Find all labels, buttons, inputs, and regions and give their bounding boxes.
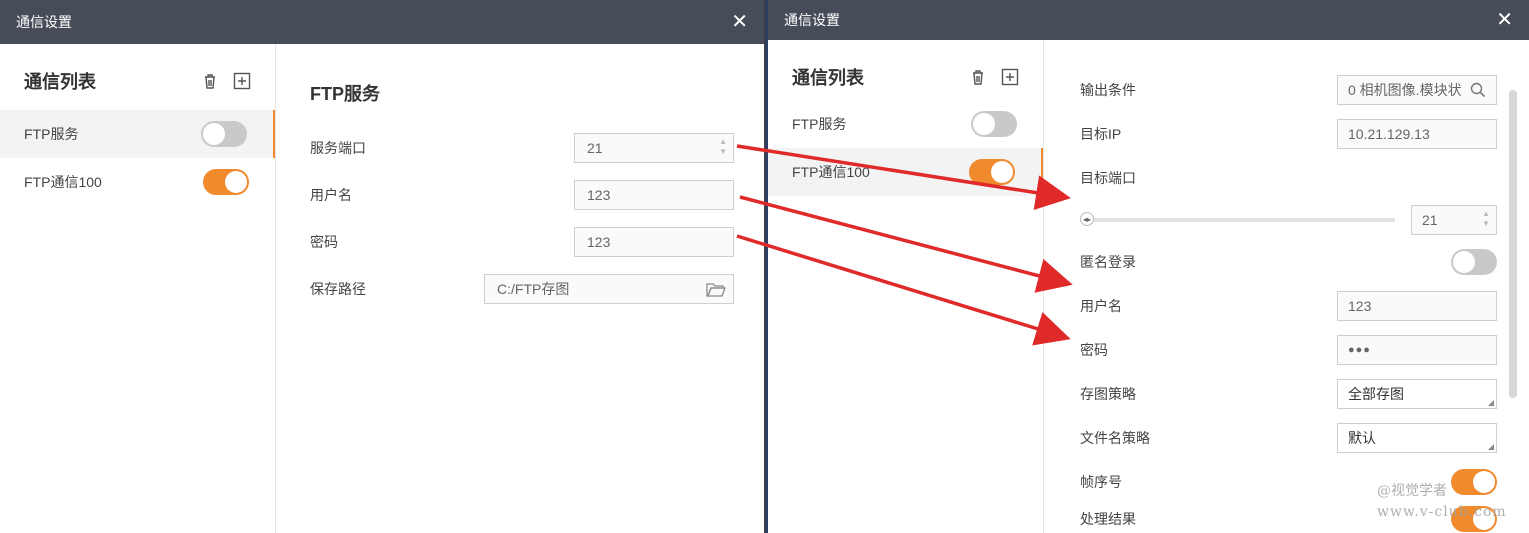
spin-arrows-icon[interactable]: ▲ ▼: [1482, 210, 1490, 228]
comm-settings-dialog-left: 通信设置 ✕ 通信列表 FTP服务 FTP通信100 FTP服务 服务端口 21…: [0, 0, 764, 533]
target-port-row: ◂▸ 21 ▲ ▼: [1080, 200, 1497, 240]
username-value: 123: [587, 186, 611, 203]
anonymous-login-toggle[interactable]: [1451, 249, 1497, 275]
add-icon[interactable]: [1001, 68, 1019, 86]
password-value: ●●●: [1348, 344, 1371, 356]
close-icon[interactable]: ✕: [1496, 10, 1513, 30]
list-item-ftp-service[interactable]: FTP服务: [0, 110, 275, 158]
ftp-service-form: FTP服务 服务端口 21 ▲ ▼ 用户名 123 密码 123 保存路径 C:…: [276, 44, 764, 533]
watermark-author: @视觉学者: [1377, 483, 1447, 499]
password-field[interactable]: 123: [574, 226, 734, 257]
folder-open-icon[interactable]: [705, 279, 727, 299]
comm-list-heading: 通信列表: [24, 72, 96, 92]
output-condition-value: 0 相机图像.模块状: [1348, 82, 1462, 98]
close-icon[interactable]: ✕: [731, 12, 748, 32]
target-port-stepper[interactable]: 21 ▲ ▼: [1411, 205, 1497, 235]
spin-arrows-icon[interactable]: ▲ ▼: [719, 137, 727, 156]
password-field[interactable]: ●●●: [1337, 335, 1497, 365]
password-value: 123: [587, 233, 611, 250]
ftp-service-toggle[interactable]: [971, 111, 1017, 137]
save-policy-select[interactable]: 全部存图: [1337, 379, 1497, 409]
list-item-ftp-comm-100[interactable]: FTP通信100: [768, 148, 1043, 196]
save-path-value: C:/FTP存图: [497, 280, 570, 297]
port-label: 服务端口: [310, 139, 366, 156]
password-label: 密码: [1080, 342, 1108, 358]
dialog-titlebar: 通信设置 ✕: [768, 0, 1529, 40]
filename-policy-select[interactable]: 默认: [1337, 423, 1497, 453]
save-policy-label: 存图策略: [1080, 386, 1136, 402]
comm-list-pane: 通信列表 FTP服务 FTP通信100: [0, 44, 276, 533]
ftp-comm-100-toggle[interactable]: [203, 169, 249, 195]
target-ip-value: 10.21.129.13: [1348, 126, 1430, 142]
ftp-comm-form: 输出条件 0 相机图像.模块状 目标IP 10.21.129.13 目标端口 ◂…: [1044, 40, 1529, 533]
watermark-url: www.v-club.com: [1377, 504, 1507, 520]
output-condition-field[interactable]: 0 相机图像.模块状: [1337, 75, 1497, 105]
dialog-title: 通信设置: [784, 12, 840, 28]
process-result-label: 处理结果: [1080, 511, 1136, 527]
dialog-title: 通信设置: [16, 14, 72, 30]
ftp-comm-100-toggle[interactable]: [969, 159, 1015, 185]
save-path-label: 保存路径: [310, 280, 366, 297]
username-label: 用户名: [1080, 298, 1122, 314]
dialog-titlebar: 通信设置 ✕: [0, 0, 764, 44]
list-item-label: FTP通信100: [24, 174, 102, 190]
ftp-service-toggle[interactable]: [201, 121, 247, 147]
frame-seq-label: 帧序号: [1080, 474, 1122, 490]
username-label: 用户名: [310, 186, 352, 203]
output-condition-label: 输出条件: [1080, 82, 1136, 98]
password-label: 密码: [310, 233, 338, 250]
list-item-label: FTP通信100: [792, 164, 870, 180]
filename-policy-label: 文件名策略: [1080, 430, 1150, 446]
comm-settings-dialog-right: 通信设置 ✕ 通信列表 FTP服务 FTP通信100 输出条件 0 相机图像.模…: [766, 0, 1529, 533]
form-title: FTP服务: [310, 84, 380, 104]
save-policy-value: 全部存图: [1348, 386, 1404, 402]
filename-policy-value: 默认: [1348, 430, 1376, 446]
slider-handle-icon[interactable]: ◂▸: [1080, 212, 1094, 226]
port-stepper[interactable]: 21 ▲ ▼: [574, 132, 734, 163]
comm-list-pane: 通信列表 FTP服务 FTP通信100: [768, 40, 1044, 533]
form-scrollbar[interactable]: [1509, 90, 1517, 398]
target-port-slider[interactable]: ◂▸: [1080, 212, 1395, 226]
username-field[interactable]: 123: [574, 179, 734, 210]
username-field[interactable]: 123: [1337, 291, 1497, 321]
target-port-value: 21: [1422, 212, 1438, 228]
list-item-label: FTP服务: [792, 116, 847, 132]
save-path-field[interactable]: C:/FTP存图: [484, 273, 734, 304]
username-value: 123: [1348, 298, 1372, 314]
search-icon[interactable]: [1470, 82, 1486, 98]
list-item-ftp-comm-100[interactable]: FTP通信100: [0, 158, 275, 206]
frame-seq-toggle[interactable]: [1451, 469, 1497, 495]
list-item-ftp-service[interactable]: FTP服务: [768, 100, 1043, 148]
target-ip-field[interactable]: 10.21.129.13: [1337, 119, 1497, 149]
add-icon[interactable]: [233, 72, 251, 90]
target-ip-label: 目标IP: [1080, 126, 1122, 142]
port-value: 21: [587, 139, 603, 156]
target-port-label: 目标端口: [1080, 170, 1136, 186]
list-item-label: FTP服务: [24, 126, 79, 142]
anonymous-login-label: 匿名登录: [1080, 254, 1136, 270]
delete-icon[interactable]: [969, 68, 987, 86]
comm-list-heading: 通信列表: [792, 68, 864, 88]
delete-icon[interactable]: [201, 72, 219, 90]
